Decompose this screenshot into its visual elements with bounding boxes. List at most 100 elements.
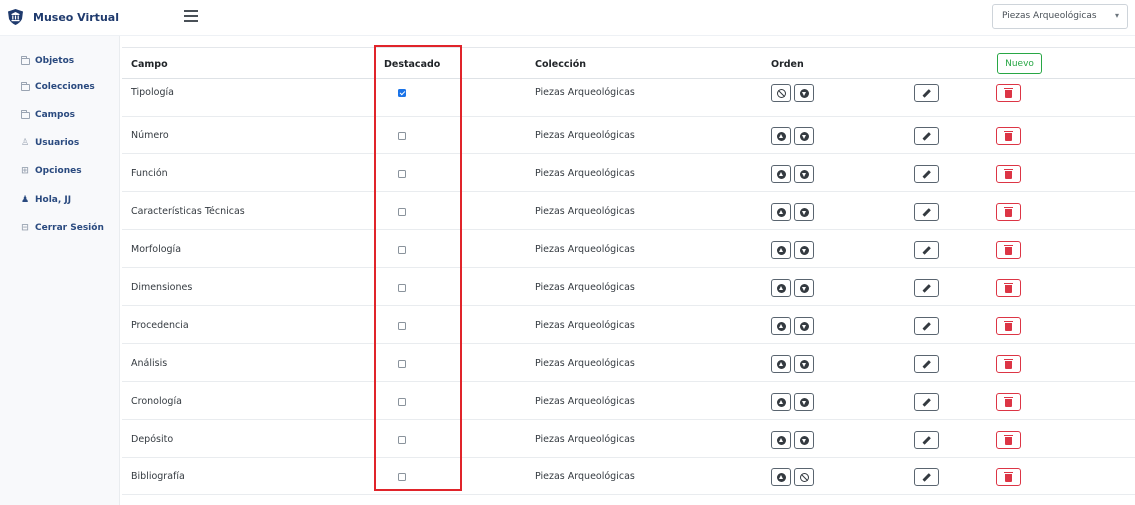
- arrow-down-circle-icon: [799, 283, 809, 293]
- move-down-button[interactable]: [794, 355, 814, 373]
- move-up-button[interactable]: [771, 393, 791, 411]
- table-row: Depósito Piezas Arqueológicas: [122, 420, 1135, 458]
- table-row: Procedencia Piezas Arqueológicas: [122, 306, 1135, 344]
- destacado-checkbox[interactable]: [398, 322, 406, 330]
- destacado-checkbox[interactable]: [398, 436, 406, 444]
- edit-button[interactable]: [914, 468, 939, 486]
- delete-button[interactable]: [996, 279, 1021, 297]
- delete-button[interactable]: [996, 355, 1021, 373]
- field-name: Características Técnicas: [131, 206, 245, 217]
- brand[interactable]: Museo Virtual: [8, 8, 119, 26]
- move-down-button[interactable]: [794, 127, 814, 145]
- delete-button[interactable]: [996, 431, 1021, 449]
- sidebar-item-colecciones[interactable]: Colecciones: [20, 80, 95, 94]
- edit-button[interactable]: [914, 317, 939, 335]
- destacado-checkbox[interactable]: [398, 473, 406, 481]
- field-name: Procedencia: [131, 320, 189, 331]
- table-row: Función Piezas Arqueológicas: [122, 154, 1135, 192]
- move-down-button[interactable]: [794, 84, 814, 102]
- table-row: Número Piezas Arqueológicas: [122, 116, 1135, 154]
- sidebar-item-label: Objetos: [35, 56, 75, 66]
- move-up-button[interactable]: [771, 279, 791, 297]
- destacado-checkbox[interactable]: [398, 89, 406, 97]
- new-field-button[interactable]: Nuevo: [997, 53, 1042, 74]
- edit-button[interactable]: [914, 127, 939, 145]
- destacado-checkbox[interactable]: [398, 132, 406, 140]
- delete-button[interactable]: [996, 127, 1021, 145]
- trash-icon: [1004, 358, 1013, 369]
- pencil-icon: [922, 88, 931, 98]
- collection-name: Piezas Arqueológicas: [535, 87, 635, 98]
- move-down-disabled-button: [794, 468, 814, 486]
- collection-name: Piezas Arqueológicas: [535, 396, 635, 407]
- move-down-button[interactable]: [794, 317, 814, 335]
- move-up-button[interactable]: [771, 203, 791, 221]
- ban-icon: [799, 472, 809, 482]
- destacado-checkbox[interactable]: [398, 398, 406, 406]
- collection-name: Piezas Arqueológicas: [535, 320, 635, 331]
- edit-button[interactable]: [914, 393, 939, 411]
- chevron-down-icon: ▾: [1114, 11, 1119, 20]
- hamburger-menu-icon[interactable]: [184, 10, 198, 22]
- field-name: Cronología: [131, 396, 182, 407]
- logout-icon: ⊟: [21, 223, 29, 233]
- destacado-checkbox[interactable]: [398, 284, 406, 292]
- sidebar-item-label: Usuarios: [35, 138, 80, 148]
- move-down-button[interactable]: [794, 279, 814, 297]
- edit-button[interactable]: [914, 165, 939, 183]
- destacado-checkbox[interactable]: [398, 208, 406, 216]
- move-down-button[interactable]: [794, 431, 814, 449]
- move-down-button[interactable]: [794, 241, 814, 259]
- collection-select[interactable]: Piezas Arqueológicas ▾: [992, 4, 1128, 29]
- field-name: Morfología: [131, 244, 182, 255]
- delete-button[interactable]: [996, 165, 1021, 183]
- move-down-button[interactable]: [794, 393, 814, 411]
- collection-select-value: Piezas Arqueológicas: [1002, 11, 1097, 21]
- table-row: Bibliografía Piezas Arqueológicas: [122, 457, 1135, 495]
- move-up-button[interactable]: [771, 165, 791, 183]
- folder-icon: [20, 81, 30, 92]
- delete-button[interactable]: [996, 203, 1021, 221]
- arrow-down-circle-icon: [799, 245, 809, 255]
- delete-button[interactable]: [996, 393, 1021, 411]
- move-up-button[interactable]: [771, 431, 791, 449]
- sidebar-item-usuarios[interactable]: ♙ Usuarios: [20, 136, 79, 150]
- pencil-icon: [922, 472, 931, 482]
- move-up-button[interactable]: [771, 127, 791, 145]
- delete-button[interactable]: [996, 241, 1021, 259]
- arrow-down-circle-icon: [799, 321, 809, 331]
- move-up-button[interactable]: [771, 241, 791, 259]
- pencil-icon: [922, 283, 931, 293]
- arrow-down-circle-icon: [799, 88, 809, 98]
- delete-button[interactable]: [996, 317, 1021, 335]
- sidebar-item-label: Colecciones: [35, 82, 95, 92]
- trash-icon: [1004, 320, 1013, 331]
- move-up-button[interactable]: [771, 355, 791, 373]
- move-down-button[interactable]: [794, 165, 814, 183]
- destacado-checkbox[interactable]: [398, 360, 406, 368]
- arrow-up-circle-icon: [776, 131, 786, 141]
- edit-button[interactable]: [914, 84, 939, 102]
- edit-button[interactable]: [914, 355, 939, 373]
- edit-button[interactable]: [914, 279, 939, 297]
- destacado-checkbox[interactable]: [398, 246, 406, 254]
- destacado-checkbox[interactable]: [398, 170, 406, 178]
- pencil-icon: [922, 435, 931, 445]
- move-up-button[interactable]: [771, 468, 791, 486]
- edit-button[interactable]: [914, 431, 939, 449]
- sidebar-item-opciones[interactable]: ⊞ Opciones: [20, 164, 81, 178]
- move-down-button[interactable]: [794, 203, 814, 221]
- sidebar-item-objetos[interactable]: Objetos: [20, 54, 74, 68]
- ban-icon: [776, 88, 786, 98]
- main-content: Campo Destacado Colección Orden Nuevo Ti…: [120, 36, 1135, 505]
- sidebar-item-cerrar-sesion[interactable]: ⊟ Cerrar Sesión: [20, 221, 104, 235]
- sidebar-item-campos[interactable]: Campos: [20, 108, 75, 122]
- pencil-icon: [922, 321, 931, 331]
- edit-button[interactable]: [914, 241, 939, 259]
- delete-button[interactable]: [996, 84, 1021, 102]
- sidebar-item-user-profile[interactable]: ♟ Hola, JJ: [20, 193, 71, 207]
- move-up-button[interactable]: [771, 317, 791, 335]
- arrow-up-circle-icon: [776, 283, 786, 293]
- delete-button[interactable]: [996, 468, 1021, 486]
- edit-button[interactable]: [914, 203, 939, 221]
